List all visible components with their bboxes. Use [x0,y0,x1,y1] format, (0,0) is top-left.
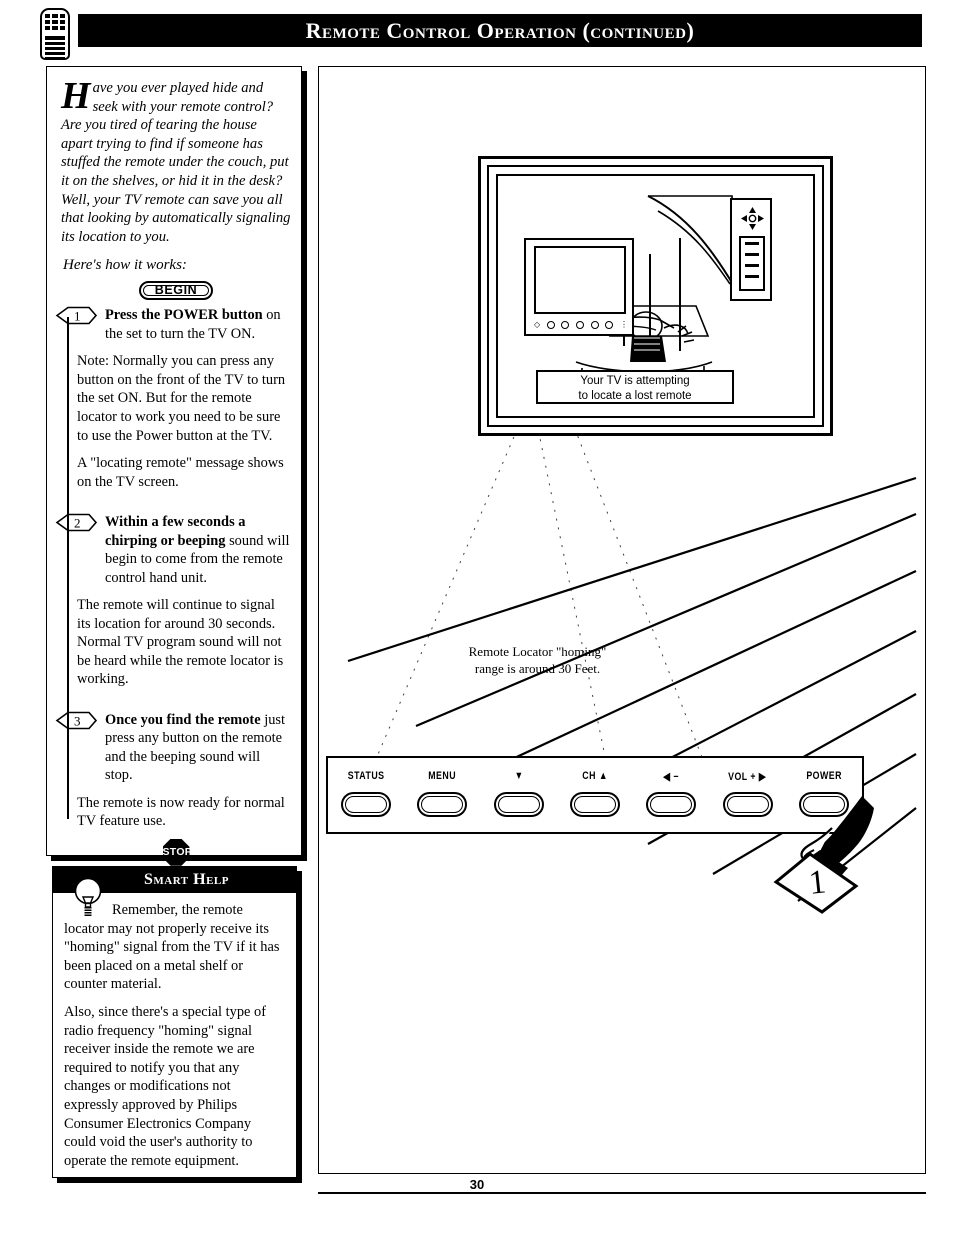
tv-message-line-2: to locate a lost remote [578,390,692,402]
tv-set-button [605,321,614,329]
locator-caption-line-2: range is around 30 Feet. [474,660,601,676]
channel-down-button[interactable] [493,791,544,817]
tv-set-graphic: ◇ ⋮ [524,238,634,336]
step-3-detail: The remote is now ready for normal TV fe… [77,794,285,830]
control-label-channel-down: ▼ [514,770,524,782]
page-number: 30 [469,1177,485,1192]
step-1-message-note: A "locating remote" message shows on the… [77,455,284,490]
control-label-volume-up: VOL + ▶ [728,770,767,783]
step-3-heading: 3 Once you find the remote just press an… [55,711,291,785]
instructions-panel: Have you ever played hide and seek with … [46,66,302,866]
step-1-heading-bold: Press the POWER button [105,307,263,324]
volume-up-button[interactable] [722,791,773,817]
tv-set-button [576,321,585,329]
intro-paragraph: Have you ever played hide and seek with … [61,75,291,246]
illustration-area: ◇ ⋮ Your TV is attempting to locate a lo… [318,66,928,1176]
tv-set-button [546,321,555,329]
volume-down-button[interactable] [646,791,697,817]
control-label-status: STATUS [347,770,385,782]
intro-lead-in: Here's how it works: [63,257,187,274]
intro-text: ave you ever played hide and seek with y… [61,80,291,245]
step-1-note: Note: Normally you can press any button … [77,353,286,444]
control-label-power: POWER [806,770,842,782]
menu-button[interactable] [417,791,468,817]
tv-set-tick-left: ◇ [534,320,541,329]
locator-caption-line-1: Remote Locator "homing" [468,644,607,659]
step-1-number-diamond: 1 [55,306,99,325]
step-2-number-diamond: 2 [55,513,99,532]
svg-text:1: 1 [74,309,81,324]
control-label-volume-down: ◀ − [663,770,680,783]
status-button[interactable] [341,791,392,817]
step-1-heading: 1 Press the POWER button on the set to t… [55,306,291,343]
footer-rule [318,1192,926,1194]
remote-dpad-icon [741,207,764,230]
tv-set-button [590,321,599,329]
step-3-heading-bold: Once you find the remote [105,711,261,728]
tv-set-screen [534,246,626,314]
locator-range-caption: Remote Locator "homing" range is around … [430,644,645,677]
page-header: Remote Control Operation (continued) [0,0,954,64]
pointing-hand-icon: 1 [770,794,890,914]
tv-set-buttons: ◇ ⋮ [534,321,628,329]
remote-control-icon [40,8,70,60]
control-label-menu: MENU [428,770,457,782]
tv-message-line-1: Your TV is attempting [580,375,690,387]
stop-badge: STOP [162,838,190,866]
step-2-heading: 2 Within a few seconds a chirping or bee… [55,513,291,587]
tv-scene: ◇ ⋮ Your TV is attempting to locate a lo… [498,176,813,416]
intro-dropcap: H [61,75,91,117]
smart-help-paragraph-2: Also, since there's a special type of ra… [64,1003,266,1169]
svg-text:3: 3 [74,713,81,728]
control-label-channel-up: CH ▲ [582,770,608,782]
remote-icon-bars [45,36,65,62]
tv-set-tick-right: ⋮ [620,320,628,329]
control-panel-labels: STATUS MENU ▼ CH ▲ ◀ − VOL + ▶ POWER [328,768,862,784]
step-2-detail: The remote will continue to signal its l… [77,596,284,688]
page-title: Remote Control Operation (continued) [305,18,695,43]
remote-keypad [739,236,765,291]
step-3: 3 Once you find the remote just press an… [55,711,291,831]
tv-frame-inner: ◇ ⋮ Your TV is attempting to locate a lo… [496,174,815,418]
smart-help-panel: Smart Help Remember, the remote locator … [52,866,297,1178]
tv-onscreen-message: Your TV is attempting to locate a lost r… [536,370,734,404]
tv-set-button [561,321,570,329]
lightbulb-icon [71,877,105,919]
remote-control-graphic [730,198,772,301]
step-3-number-diamond: 3 [55,711,99,730]
tv-illustration: ◇ ⋮ Your TV is attempting to locate a lo… [478,156,833,436]
channel-up-button[interactable] [569,791,620,817]
step-1: 1 Press the POWER button on the set to t… [55,306,291,491]
begin-badge: BEGIN [139,281,213,301]
smart-help-body: Remember, the remote locator may not pro… [53,893,296,1185]
remote-icon-keypad [45,14,65,30]
svg-text:2: 2 [74,516,81,531]
step-2: 2 Within a few seconds a chirping or bee… [55,513,291,689]
